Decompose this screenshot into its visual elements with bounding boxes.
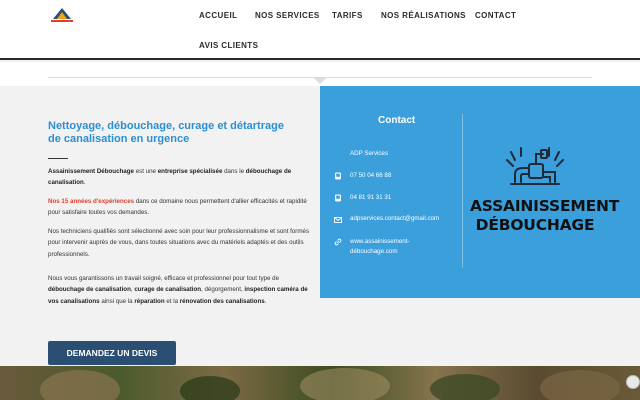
request-quote-button[interactable]: DEMANDEZ UN DEVIS bbox=[48, 341, 176, 365]
text-fragment: , dégorgement, bbox=[201, 286, 245, 294]
text-fragment: est une bbox=[133, 168, 158, 175]
title-underline bbox=[48, 158, 68, 159]
hero-photo-strip bbox=[0, 366, 640, 400]
nav-nos-realisations[interactable]: NOS RÉALISATIONS bbox=[381, 11, 466, 20]
text-fragment: . bbox=[83, 179, 86, 187]
service-bold: curage de canalisation bbox=[134, 286, 202, 294]
service-bold: débouchage de canalisation bbox=[48, 286, 131, 294]
contact-company: ADP Services bbox=[350, 150, 389, 157]
contact-title: Contact bbox=[378, 115, 416, 126]
service-bold: rénovation des canalisations bbox=[179, 297, 265, 305]
page-title: Nettoyage, débouchage, curage et détartr… bbox=[48, 120, 284, 145]
panel-divider bbox=[462, 114, 463, 268]
experience-highlight: Nos 15 années d'expériences bbox=[48, 198, 135, 205]
phone-icon bbox=[335, 194, 341, 202]
nav-contact[interactable]: CONTACT bbox=[475, 11, 516, 20]
divider-notch bbox=[313, 77, 327, 84]
nav-accueil[interactable]: ACCUEIL bbox=[199, 11, 237, 20]
specialised-bold: entreprise spécialisée bbox=[157, 168, 223, 175]
text-fragment: ainsi que la bbox=[99, 297, 135, 305]
text-fragment: dans le bbox=[222, 168, 246, 175]
intro-paragraph-2: Nos 15 années d'expériences dans ce doma… bbox=[48, 196, 314, 219]
contact-panel bbox=[320, 86, 640, 298]
contact-email[interactable]: adpservices.contact@gmail.com bbox=[350, 214, 439, 224]
contact-phone-landline[interactable]: 04 81 91 31 31 bbox=[350, 193, 391, 203]
website-line-2: débouchage.com bbox=[350, 248, 398, 255]
brand-line-2: DÉBOUCHAGE bbox=[475, 216, 595, 234]
site-header: ACCUEIL NOS SERVICES TARIFS NOS RÉALISAT… bbox=[0, 0, 640, 60]
intro-paragraph-1: Assainissement Débouchage est une entrep… bbox=[48, 166, 314, 189]
nav-nos-services[interactable]: NOS SERVICES bbox=[255, 11, 320, 20]
phone-icon bbox=[335, 172, 341, 180]
website-line-1: www.assainissement- bbox=[350, 238, 410, 245]
nav-tarifs[interactable]: TARIFS bbox=[332, 11, 363, 20]
company-name-bold: Assainissement Débouchage bbox=[48, 168, 134, 175]
intro-paragraph-3: Nos techniciens qualifiés sont sélection… bbox=[48, 228, 310, 258]
scroll-to-top-button[interactable] bbox=[626, 375, 640, 389]
brand-wordmark: ASSAINISSEMENT DÉBOUCHAGE bbox=[470, 197, 620, 235]
nav-avis-clients[interactable]: AVIS CLIENTS bbox=[199, 41, 258, 50]
panel-below-area bbox=[320, 298, 640, 366]
company-logo[interactable] bbox=[48, 6, 76, 24]
contact-website[interactable]: www.assainissement- débouchage.com bbox=[350, 237, 410, 257]
pipe-logo-icon bbox=[506, 147, 564, 185]
mail-icon bbox=[334, 217, 342, 223]
text-fragment: Nous vous garantissons un travail soigné… bbox=[48, 275, 280, 282]
brand-line-1: ASSAINISSEMENT bbox=[470, 197, 620, 215]
text-fragment: . bbox=[264, 297, 267, 305]
link-icon bbox=[334, 238, 342, 246]
text-fragment: et la bbox=[164, 297, 180, 305]
intro-paragraph-4: Nous vous garantissons un travail soigné… bbox=[48, 273, 314, 307]
service-bold: réparation bbox=[134, 297, 165, 305]
contact-phone-mobile[interactable]: 07 50 04 66 88 bbox=[350, 171, 391, 181]
